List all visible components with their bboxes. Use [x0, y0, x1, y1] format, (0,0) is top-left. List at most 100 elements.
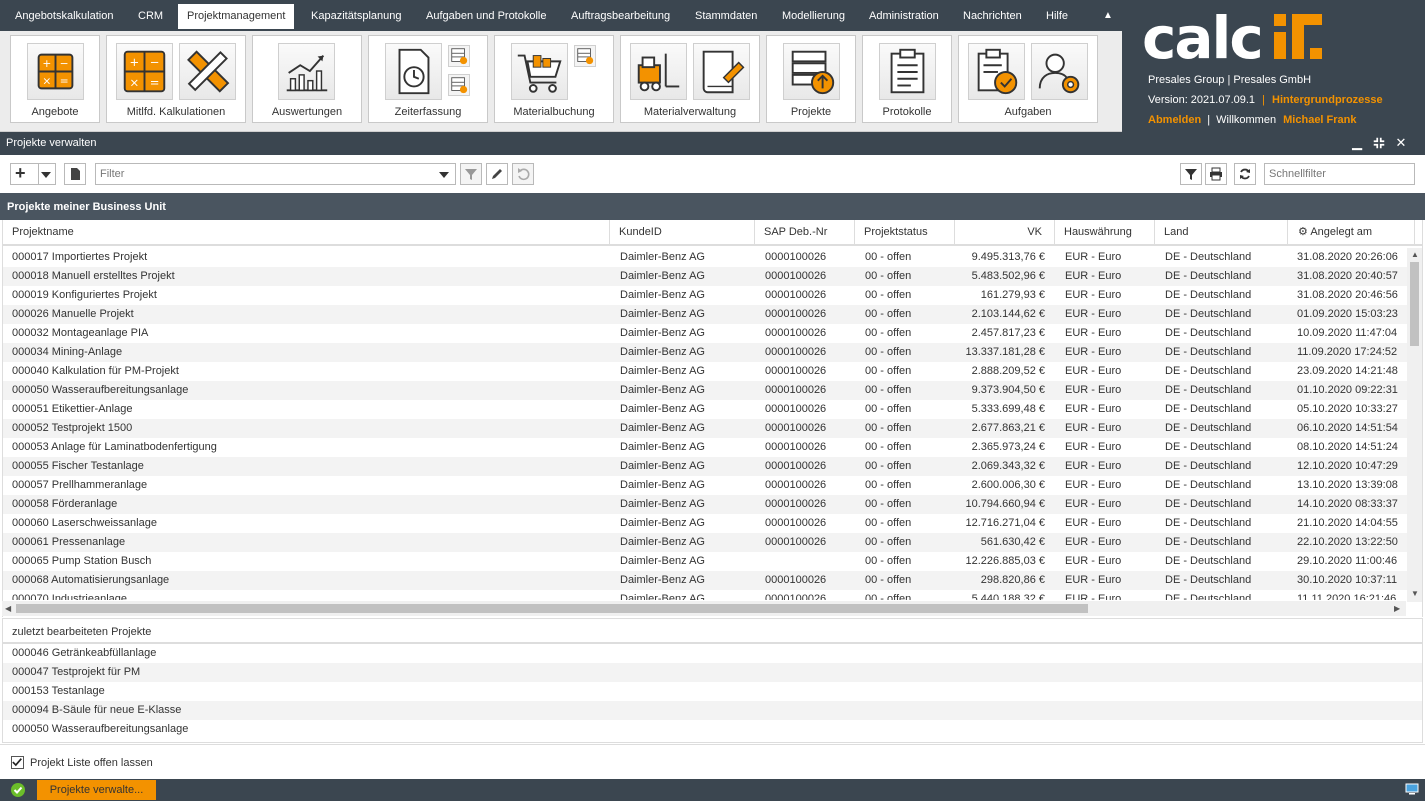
column-header-vk[interactable]: VK [955, 220, 1055, 245]
cell-projektname: 000068 Automatisierungsanlage [12, 574, 170, 586]
table-row[interactable]: 000018 Manuell erstelltes Projekt Daimler… [3, 267, 1407, 286]
menu-angebotskalkulation[interactable]: Angebotskalkulation [6, 4, 122, 29]
recent-project-item[interactable]: 000094 B-Säule für neue E-Klasse [3, 701, 1422, 720]
cell-angelegt-am: 21.10.2020 14:04:55 [1297, 517, 1398, 529]
svg-text:×: × [42, 75, 51, 88]
table-row[interactable]: 000061 Pressenanlage Daimler-Benz AG 00001… [3, 533, 1407, 552]
keep-open-checkbox[interactable] [11, 756, 24, 769]
refresh-button[interactable] [1234, 163, 1256, 185]
quickfilter-input[interactable]: Schnellfilter [1264, 163, 1415, 185]
triangle-up-icon[interactable]: ▲ [1100, 8, 1116, 24]
table-row[interactable]: 000051 Etikettier-Anlage Daimler-Benz AG 0… [3, 400, 1407, 419]
horizontal-scrollbar[interactable]: ◀ ▶ [2, 601, 1406, 616]
gear-icon[interactable]: ⚙ [1298, 226, 1308, 238]
column-header-hauswaehrung[interactable]: Hauswährung [1055, 220, 1155, 245]
table-row[interactable]: 000026 Manuelle Projekt Daimler-Benz AG 00… [3, 305, 1407, 324]
scroll-left-icon[interactable]: ◀ [5, 604, 11, 613]
table-row[interactable]: 000053 Anlage für Laminatbodenfertigung D… [3, 438, 1407, 457]
menu-aufgaben-und-protokolle[interactable]: Aufgaben und Protokolle [417, 4, 555, 29]
recent-project-item[interactable]: 000047 Testprojekt für PM [3, 663, 1422, 682]
ribbon-materialverwaltung[interactable]: Materialverwaltung [620, 35, 760, 123]
table-small-icon[interactable] [574, 45, 596, 67]
cell-projektname: 000034 Mining-Anlage [12, 346, 123, 358]
menu-stammdaten[interactable]: Stammdaten [686, 4, 766, 29]
add-dropdown-button[interactable]: + [10, 163, 56, 185]
scroll-thumb[interactable] [1410, 262, 1419, 346]
table-row[interactable]: 000060 Laserschweissanlage Daimler-Benz A… [3, 514, 1407, 533]
table-row[interactable]: 000034 Mining-Anlage Daimler-Benz AG 00001… [3, 343, 1407, 362]
cell-angelegt-am: 23.09.2020 14:21:48 [1297, 365, 1398, 377]
column-header-projektstatus[interactable]: Projektstatus [855, 220, 955, 245]
table-row[interactable]: 000017 Importiertes Projekt Daimler-Benz … [3, 248, 1407, 267]
ribbon-protokolle[interactable]: Protokolle [862, 35, 952, 123]
scroll-thumb[interactable] [16, 604, 1088, 613]
logout-link[interactable]: Abmelden [1148, 114, 1201, 126]
filter-placeholder: Filter [100, 168, 125, 180]
restore-icon[interactable] [1371, 135, 1387, 151]
reset-filter-button[interactable] [512, 163, 534, 185]
table-row[interactable]: 000055 Fischer Testanlage Daimler-Benz AG… [3, 457, 1407, 476]
cell-projektname: 000040 Kalkulation für PM-Projekt [12, 365, 179, 377]
table-small-icon[interactable] [448, 45, 470, 67]
recent-project-item[interactable]: 000050 Wasseraufbereitungsanlage [3, 720, 1422, 739]
ribbon-zeiterfassung[interactable]: Zeiterfassung [368, 35, 488, 123]
cell-projektstatus: 00 - offen [865, 308, 912, 320]
menu-administration[interactable]: Administration [860, 4, 948, 29]
grid-filter-button[interactable] [1180, 163, 1202, 185]
taskbar-projekte-verwalten[interactable]: Projekte verwalte... [37, 780, 156, 800]
ribbon-auswertungen[interactable]: Auswertungen [252, 35, 362, 123]
close-icon[interactable]: ✕ [1393, 135, 1409, 151]
menu-hilfe[interactable]: Hilfe [1037, 4, 1077, 29]
minimize-icon[interactable]: ▁ [1349, 135, 1365, 151]
recent-projects-panel: zuletzt bearbeiteten Projekte 000046 Get… [2, 618, 1423, 743]
cell-angelegt-am: 14.10.2020 08:33:37 [1297, 498, 1398, 510]
document-button[interactable] [64, 163, 86, 185]
edit-filter-button[interactable] [486, 163, 508, 185]
cell-land: DE - Deutschland [1165, 460, 1252, 472]
column-header-projektname[interactable]: Projektname [3, 220, 610, 245]
table-row[interactable]: 000052 Testprojekt 1500 Daimler-Benz AG 00… [3, 419, 1407, 438]
scroll-up-icon[interactable]: ▲ [1411, 250, 1419, 259]
ribbon-angebote[interactable]: + − × = Angebote [10, 35, 100, 123]
table-row[interactable]: 000068 Automatisierungsanlage Daimler-Ben… [3, 571, 1407, 590]
menu-nachrichten[interactable]: Nachrichten [954, 4, 1031, 29]
print-button[interactable] [1205, 163, 1227, 185]
ribbon-projekte[interactable]: Projekte [766, 35, 856, 123]
scroll-down-icon[interactable]: ▼ [1411, 589, 1419, 598]
menu-kapazitaetsplanung[interactable]: Kapazitätsplanung [302, 4, 411, 29]
table-row[interactable]: 000065 Pump Station Busch Daimler-Benz AG… [3, 552, 1407, 571]
filter-select[interactable]: Filter [95, 163, 456, 185]
menu-auftragsbearbeitung[interactable]: Auftragsbearbeitung [562, 4, 679, 29]
table-row[interactable]: 000032 Montageanlage PIA Daimler-Benz AG 0… [3, 324, 1407, 343]
vertical-scrollbar[interactable]: ▲ ▼ [1407, 248, 1422, 602]
ribbon-aufgaben[interactable]: Aufgaben [958, 35, 1098, 123]
recent-project-item[interactable]: 000153 Testanlage [3, 682, 1422, 701]
menu-modellierung[interactable]: Modellierung [773, 4, 854, 29]
monitor-icon[interactable] [1405, 783, 1419, 795]
cell-sap-deb-nr: 0000100026 [765, 403, 827, 415]
cell-projektstatus: 00 - offen [865, 555, 912, 567]
cell-hauswaehrung: EUR - Euro [1065, 441, 1122, 453]
table-row[interactable]: 000050 Wasseraufbereitungsanlage Daimler-… [3, 381, 1407, 400]
keep-open-label[interactable]: Projekt Liste offen lassen [30, 757, 153, 769]
table-row[interactable]: 000040 Kalkulation für PM-Projekt Daimler… [3, 362, 1407, 381]
column-header-land[interactable]: Land [1155, 220, 1288, 245]
table-row[interactable]: 000058 Förderanlage Daimler-Benz AG 000010… [3, 495, 1407, 514]
cell-sap-deb-nr: 0000100026 [765, 593, 827, 600]
hintergrundprozesse-link[interactable]: Hintergrundprozesse [1272, 94, 1383, 106]
user-name[interactable]: Michael Frank [1283, 114, 1356, 126]
column-header-kundeid[interactable]: KundeID [610, 220, 755, 245]
recent-project-item[interactable]: 000046 Getränkeabfüllanlage [3, 644, 1422, 663]
apply-filter-button[interactable] [460, 163, 482, 185]
ribbon-materialbuchung[interactable]: Materialbuchung [494, 35, 614, 123]
ribbon-mitlfd-kalkulationen[interactable]: + − × = Mitlfd. Kalkulationen [106, 35, 246, 123]
table-row[interactable]: 000019 Konfiguriertes Projekt Daimler-Ben… [3, 286, 1407, 305]
column-header-angelegt-am[interactable]: ⚙ Angelegt am [1288, 220, 1415, 245]
column-header-sap-deb-nr[interactable]: SAP Deb.-Nr [755, 220, 855, 245]
menu-crm[interactable]: CRM [129, 4, 172, 29]
table-row[interactable]: 000070 Industrieanlage Daimler-Benz AG 000… [3, 590, 1407, 600]
table-row[interactable]: 000057 Prellhammeranlage Daimler-Benz AG 0… [3, 476, 1407, 495]
table-small-icon[interactable] [448, 74, 470, 96]
menu-projektmanagement[interactable]: Projektmanagement [178, 4, 295, 29]
scroll-right-icon[interactable]: ▶ [1394, 604, 1400, 613]
